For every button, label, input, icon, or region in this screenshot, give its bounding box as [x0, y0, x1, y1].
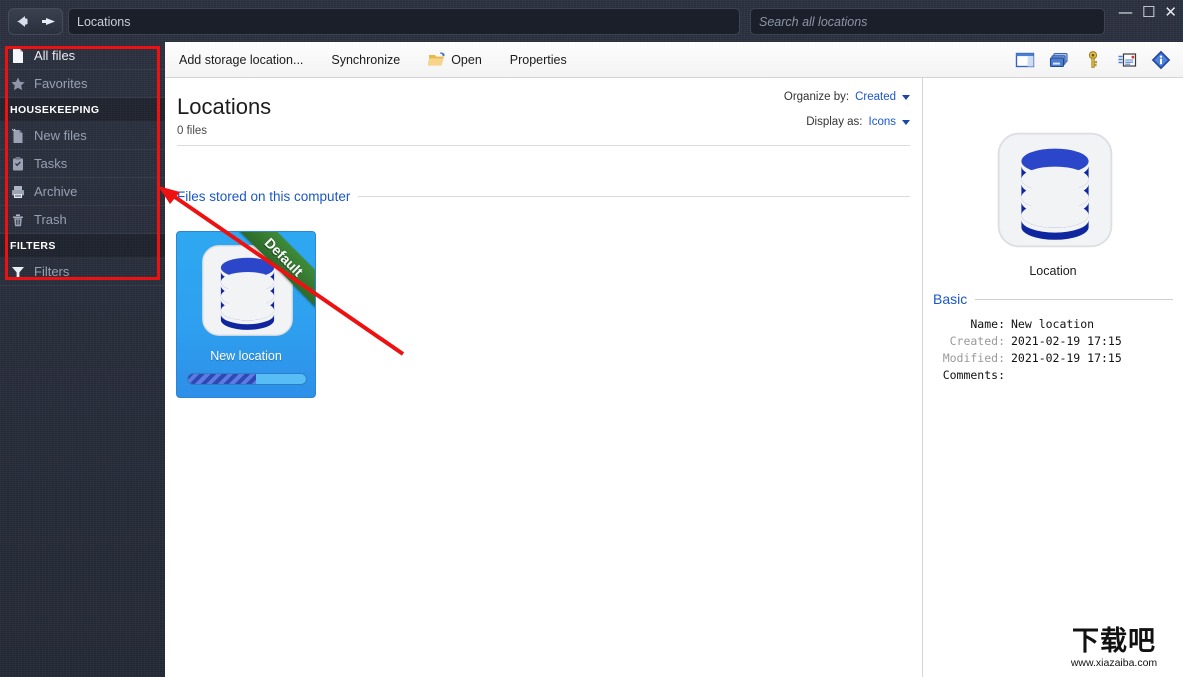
details-row-key: Name:: [970, 316, 1005, 331]
display-as-control[interactable]: Display as: Icons: [806, 116, 910, 128]
sidebar-label: Favorites: [34, 76, 88, 91]
site-watermark: 下载吧 www.xiazaiba.com: [1050, 622, 1178, 674]
navigation-buttons: [8, 8, 63, 35]
sidebar-item-archive[interactable]: Archive: [0, 178, 165, 206]
organize-by-control[interactable]: Organize by: Created: [784, 91, 910, 103]
content-area: Locations 0 files Organize by: Created D…: [165, 78, 922, 677]
sidebar-item-tasks[interactable]: Tasks: [0, 150, 165, 178]
details-row: Comments:: [933, 366, 1178, 383]
watermark-url: www.xiazaiba.com: [1070, 656, 1158, 669]
watermark-text: 下载吧: [1072, 625, 1156, 657]
details-section-header: Basic: [933, 291, 1173, 307]
details-row-key: Created:: [949, 333, 1005, 348]
details-icon-caption: Location: [1029, 264, 1077, 278]
sidebar-section-label: HOUSEKEEPING: [10, 103, 100, 116]
open-folder-icon: [428, 51, 445, 66]
open-button[interactable]: Open: [414, 42, 496, 77]
archive-icon: [12, 185, 24, 198]
details-row-value: 2021-02-19 17:15: [1011, 333, 1122, 348]
sidebar-section-label: FILTERS: [10, 239, 56, 252]
add-storage-location-button[interactable]: Add storage location...: [165, 42, 317, 77]
display-as-value: Icons: [868, 116, 897, 128]
header-divider: [177, 145, 910, 146]
sidebar-item-filters[interactable]: Filters: [0, 258, 165, 286]
details-section-label: Basic: [933, 291, 968, 307]
sidebar-section-housekeeping: HOUSEKEEPING: [0, 98, 165, 122]
star-icon: [11, 77, 25, 90]
properties-label: Properties: [509, 52, 567, 67]
database-icon: [997, 132, 1113, 248]
group-header-rule: [358, 196, 910, 197]
sidebar-item-all-files[interactable]: All files: [0, 42, 165, 70]
organize-by-value: Created: [855, 91, 896, 103]
details-row-value: New location: [1011, 316, 1095, 331]
details-row: Created: 2021-02-19 17:15: [933, 332, 1178, 349]
sidebar-label: Tasks: [34, 156, 68, 171]
details-row: Name: New location: [933, 315, 1178, 332]
details-row-value: 2021-02-19 17:15: [1011, 350, 1122, 365]
storage-progress-bar: [187, 373, 307, 385]
new-document-icon: [11, 128, 23, 143]
list-item[interactable]: Default New location: [176, 231, 316, 398]
close-button[interactable]: ✕: [1164, 4, 1177, 20]
window-controls: — ☐ ✕: [1118, 2, 1177, 22]
add-storage-location-label: Add storage location...: [179, 52, 304, 67]
sidebar-label: Filters: [34, 264, 70, 279]
chevron-down-icon[interactable]: [902, 119, 910, 125]
location-path-value: Locations: [77, 14, 131, 29]
sidebar: All files Favorites HOUSEKEEPING New fil…: [0, 42, 165, 677]
synchronize-button[interactable]: Synchronize: [317, 42, 414, 77]
panel-layout-icon[interactable]: [1015, 50, 1035, 70]
display-as-label: Display as:: [806, 116, 863, 128]
group-header-label: Files stored on this computer: [177, 189, 351, 204]
list-item-label: New location: [210, 349, 282, 363]
open-label: Open: [451, 52, 482, 67]
storage-progress-fill: [188, 374, 257, 384]
application-window: Locations Search all locations — ☐ ✕ All…: [0, 0, 1183, 677]
trash-icon: [13, 213, 23, 226]
document-icon: [13, 48, 23, 63]
search-input[interactable]: Search all locations: [750, 8, 1105, 35]
info-icon[interactable]: [1151, 50, 1171, 70]
chevron-down-icon[interactable]: [902, 94, 910, 100]
details-rows: Name: New location Created: 2021-02-19 1…: [933, 315, 1178, 383]
synchronize-label: Synchronize: [331, 52, 401, 67]
details-row-key: Comments:: [942, 367, 1005, 382]
details-list-icon[interactable]: [1117, 50, 1137, 70]
location-path-input[interactable]: Locations: [68, 8, 740, 35]
sidebar-item-trash[interactable]: Trash: [0, 206, 165, 234]
search-placeholder: Search all locations: [759, 14, 868, 29]
organize-by-label: Organize by:: [783, 91, 850, 103]
title-bar: Locations Search all locations — ☐ ✕: [0, 0, 1183, 42]
maximize-button[interactable]: ☐: [1142, 4, 1155, 20]
workspace: Add storage location... Synchronize Open…: [165, 42, 1183, 677]
sidebar-item-favorites[interactable]: Favorites: [0, 70, 165, 98]
cards-icon[interactable]: [1049, 50, 1069, 70]
group-header: Files stored on this computer: [177, 189, 910, 204]
file-count: 0 files: [177, 125, 208, 137]
details-icon: [995, 130, 1115, 250]
back-arrow-icon[interactable]: [14, 14, 31, 29]
funnel-icon: [12, 266, 24, 279]
clipboard-icon: [13, 156, 23, 170]
details-row: Modified: 2021-02-19 17:15: [933, 349, 1178, 366]
forward-arrow-icon[interactable]: [40, 14, 57, 29]
properties-button[interactable]: Properties: [496, 42, 581, 77]
sidebar-label: Trash: [34, 212, 67, 227]
sidebar-section-filters: FILTERS: [0, 234, 165, 258]
page-title: Locations: [177, 94, 272, 119]
minimize-button[interactable]: —: [1118, 4, 1133, 20]
details-row-key: Modified:: [942, 350, 1005, 365]
details-section-rule: [975, 298, 1173, 300]
key-icon[interactable]: [1083, 50, 1103, 70]
sidebar-item-new-files[interactable]: New files: [0, 122, 165, 150]
sidebar-label: All files: [34, 48, 76, 63]
toolbar: Add storage location... Synchronize Open…: [165, 42, 1183, 78]
toolbar-right-icons: [1015, 50, 1183, 70]
sidebar-label: Archive: [34, 184, 78, 199]
details-panel: Location Basic Name: New location Create…: [923, 78, 1183, 677]
sidebar-label: New files: [34, 128, 87, 143]
